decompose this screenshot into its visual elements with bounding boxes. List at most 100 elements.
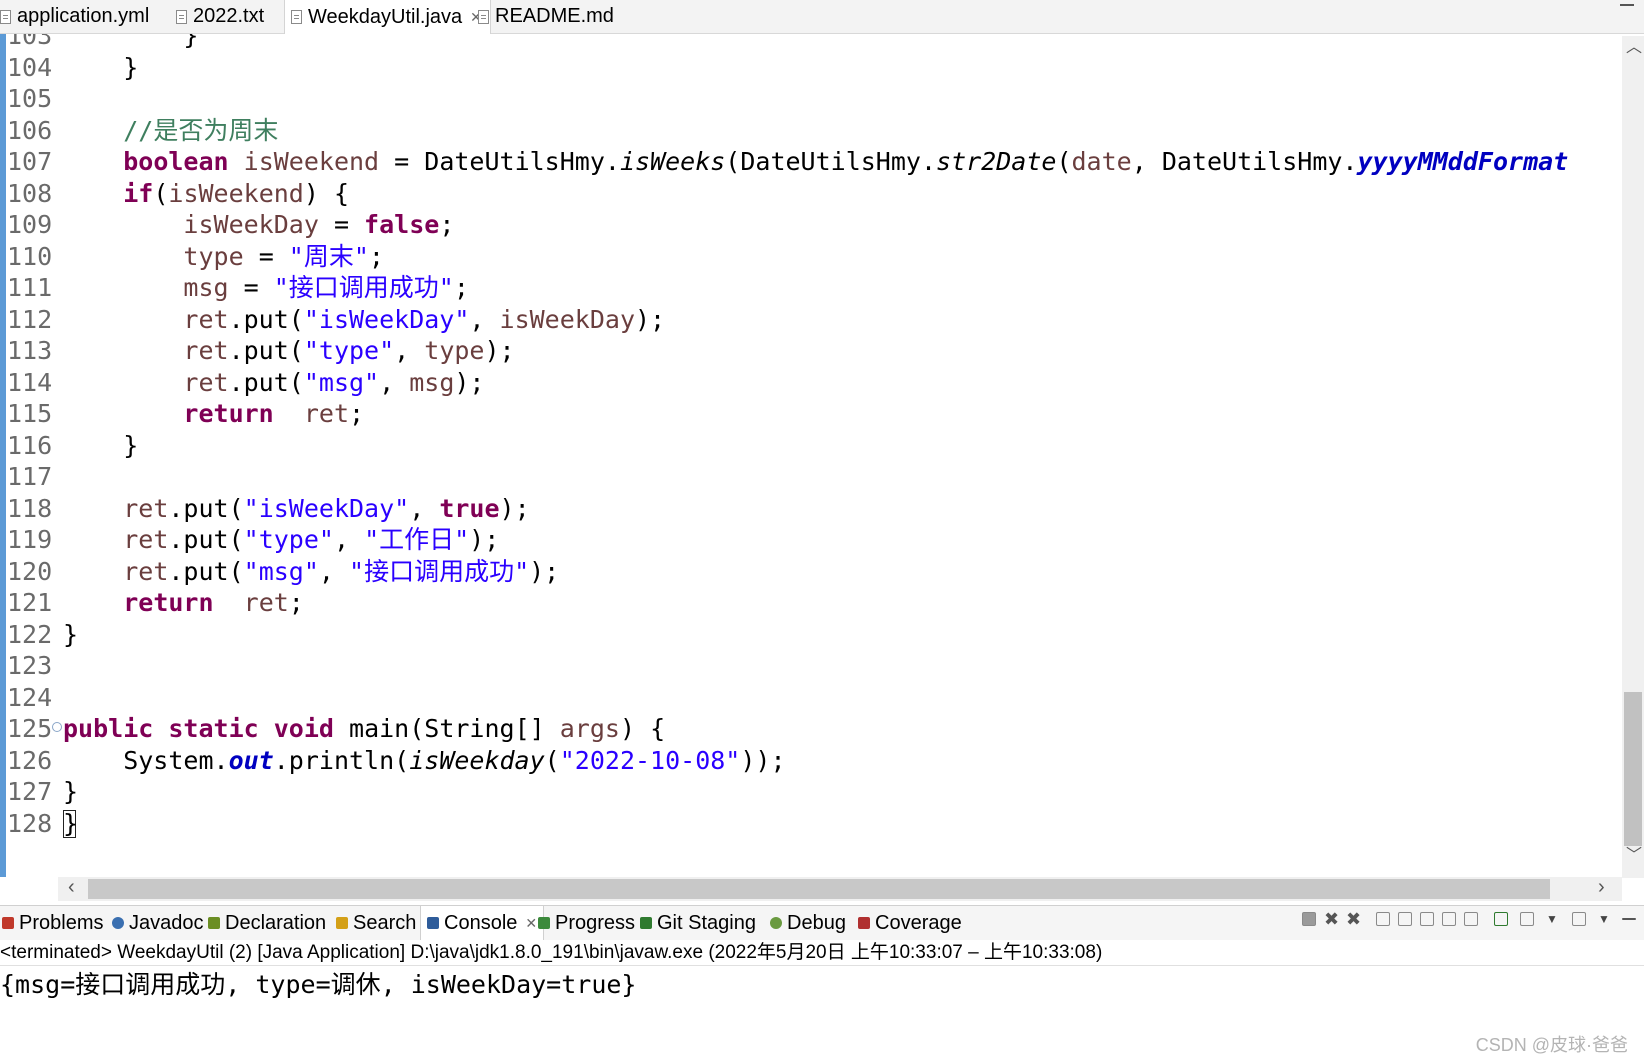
git-staging-icon: [640, 917, 652, 929]
code-line: 126 System.out.println(isWeekday("2022-1…: [0, 744, 1620, 777]
java-file-icon: [291, 10, 302, 24]
tab-label: WeekdayUtil.java: [308, 5, 463, 28]
search-icon: [336, 917, 348, 929]
editor-tab-bar: application.yml 2022.txt WeekdayUtil.jav…: [0, 0, 1644, 34]
tab-git-staging[interactable]: Git Staging: [640, 906, 756, 940]
tab-label: Coverage: [875, 911, 962, 934]
code-line: 118 ret.put("isWeekDay", true);: [0, 492, 1620, 525]
show-on-error-icon[interactable]: [1464, 912, 1478, 926]
line-number: 122: [7, 619, 53, 649]
code-line: 114 ret.put("msg", msg);: [0, 366, 1620, 399]
word-wrap-icon[interactable]: [1420, 912, 1434, 926]
line-code: return ret;: [183, 399, 365, 428]
tab-problems[interactable]: Problems: [2, 906, 103, 940]
declaration-icon: [208, 917, 220, 929]
vertical-scrollbar[interactable]: ︿ ﹀: [1622, 36, 1644, 878]
tab-debug[interactable]: Debug: [770, 906, 846, 940]
tab-console[interactable]: Console ✕: [420, 906, 545, 940]
tab-label: Javadoc: [129, 911, 204, 934]
progress-icon: [538, 917, 550, 929]
open-console-icon[interactable]: [1572, 912, 1586, 926]
line-code: }: [63, 619, 79, 649]
line-code: ret.put("msg", "接口调用成功");: [123, 556, 560, 586]
watermark: CSDN @皮球·爸爸: [1475, 1035, 1628, 1055]
tab-coverage[interactable]: Coverage: [858, 906, 962, 940]
scroll-lock-icon[interactable]: [1398, 912, 1412, 926]
vertical-scroll-thumb[interactable]: [1624, 692, 1642, 846]
remove-launch-icon[interactable]: ✖: [1324, 910, 1339, 928]
code-line: 104 }: [0, 51, 1620, 84]
line-number: 119: [7, 525, 53, 554]
code-line: 119 ret.put("type", "工作日");: [0, 523, 1620, 556]
line-code: ret.put("msg", msg);: [183, 367, 485, 397]
line-code: ret.put("isWeekDay", true);: [123, 493, 530, 523]
tab-weekdayutil-java[interactable]: WeekdayUtil.java ✕: [284, 0, 491, 34]
tab-progress[interactable]: Progress: [538, 906, 635, 940]
line-code: type = "周末";: [183, 241, 384, 271]
console-output[interactable]: {msg=接口调用成功, type=调休, isWeekDay=true}: [0, 968, 637, 1002]
code-line: 108 if(isWeekend) {: [0, 177, 1620, 210]
scroll-up-icon[interactable]: ︿: [1626, 40, 1642, 56]
line-number: 111: [7, 273, 53, 302]
remove-all-launches-icon[interactable]: ✖: [1346, 910, 1361, 928]
line-number: 104: [7, 52, 53, 82]
line-number: 112: [7, 304, 53, 334]
tab-label: Progress: [555, 911, 636, 934]
code-editor[interactable]: 103 } 104 } 105 106 //是否为周末 107 boolean isWe…: [0, 34, 1644, 877]
javadoc-icon: [112, 917, 124, 929]
pin-console-icon[interactable]: [1494, 912, 1508, 926]
tab-search[interactable]: Search: [336, 906, 416, 940]
scroll-left-icon[interactable]: ‹: [68, 877, 75, 897]
tab-label: Console: [444, 911, 518, 934]
line-number: 116: [7, 430, 53, 460]
code-line: 109 isWeekDay = false;: [0, 208, 1620, 241]
scroll-down-icon[interactable]: ﹀: [1626, 848, 1642, 864]
fold-toggle-icon[interactable]: [52, 722, 62, 732]
minimize-icon[interactable]: [1620, 4, 1634, 9]
tab-readme-md[interactable]: README.md: [478, 0, 614, 33]
line-number: 109: [7, 210, 53, 239]
tab-2022-txt[interactable]: 2022.txt: [176, 0, 264, 33]
code-line: 116 }: [0, 429, 1620, 462]
line-code: ret.put("type", type);: [183, 336, 515, 365]
line-code: return ret;: [123, 588, 304, 617]
display-selected-console-icon[interactable]: [1520, 912, 1534, 926]
line-code: msg = "接口调用成功";: [183, 273, 469, 302]
horizontal-scrollbar[interactable]: ‹ ›: [58, 877, 1622, 901]
tab-label: 2022.txt: [193, 5, 265, 27]
code-line: 122}: [0, 618, 1620, 651]
minimize-icon[interactable]: [1622, 918, 1636, 920]
line-code: boolean isWeekend = DateUtilsHmy.isWeeks…: [123, 147, 1569, 176]
scroll-right-icon[interactable]: ›: [1598, 877, 1605, 897]
code-line: 106 //是否为周末: [0, 114, 1620, 147]
line-number: 105: [7, 84, 53, 113]
line-number: 106: [7, 115, 53, 145]
code-line: 120 ret.put("msg", "接口调用成功");: [0, 555, 1620, 588]
line-number: 127: [7, 777, 53, 806]
tab-application-yml[interactable]: application.yml: [0, 0, 149, 33]
line-number: 118: [7, 493, 53, 523]
line-code: }: [63, 34, 199, 50]
show-on-output-icon[interactable]: [1442, 912, 1456, 926]
tab-label: Search: [353, 911, 417, 934]
close-tab-icon[interactable]: ✕: [525, 915, 537, 932]
line-number: 124: [7, 682, 53, 712]
code-line: 105: [0, 82, 1620, 115]
dropdown-arrow-icon[interactable]: ▼: [1546, 912, 1560, 926]
code-line: 124: [0, 681, 1620, 714]
line-number: 113: [7, 336, 53, 365]
horizontal-scroll-thumb[interactable]: [88, 879, 1550, 899]
line-number: 115: [7, 399, 53, 428]
dropdown-arrow-icon[interactable]: ▼: [1598, 912, 1612, 926]
tab-javadoc[interactable]: Javadoc: [112, 906, 204, 940]
problems-icon: [2, 917, 14, 929]
terminate-icon[interactable]: [1302, 912, 1316, 926]
console-status-line: <terminated> WeekdayUtil (2) [Java Appli…: [0, 940, 1644, 966]
line-code: if(isWeekend) {: [123, 178, 350, 208]
tab-label: Declaration: [225, 911, 327, 934]
clear-console-icon[interactable]: [1376, 912, 1390, 926]
code-line: 121 return ret;: [0, 586, 1620, 619]
line-code: //是否为周末: [123, 115, 279, 145]
tab-declaration[interactable]: Declaration: [208, 906, 326, 940]
code-line: 103 }: [0, 34, 1620, 52]
